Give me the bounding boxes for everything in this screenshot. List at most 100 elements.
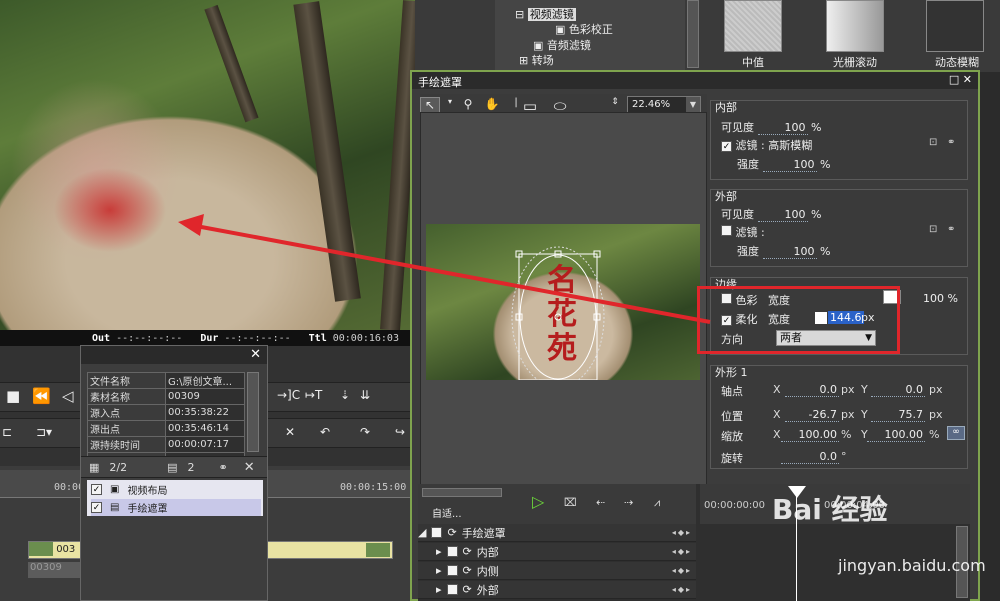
mask-preview-image[interactable]: 名花苑 xyxy=(426,224,700,380)
rotation-value[interactable]: 0.0 xyxy=(781,450,839,464)
track-checkbox[interactable] xyxy=(431,527,443,538)
prev-keyframe-icon[interactable]: ⇠ xyxy=(596,496,605,509)
tree-item-audio-filters[interactable]: ▣ 音频滤镜 xyxy=(533,37,591,53)
audio-clip-label: 00309 xyxy=(30,562,62,573)
keyframe-nav[interactable]: ◂◆▸ xyxy=(672,528,692,537)
effect-thumb-label: 光栅滚动 xyxy=(833,56,877,69)
mark-out-icon[interactable]: ↦T xyxy=(305,388,322,402)
scale-y-value[interactable]: 100.00 xyxy=(867,428,925,442)
hand-tool-icon[interactable]: ✋ xyxy=(482,97,502,113)
property-row[interactable]: 素材名称 00309 xyxy=(87,388,245,405)
keyframe-nav[interactable]: ◂◆▸ xyxy=(672,547,692,556)
filter-settings-icon[interactable]: ⊡ xyxy=(929,224,943,236)
inner-filter-checkbox[interactable]: ✓ xyxy=(721,141,732,152)
expand-icon[interactable]: ⇕ xyxy=(605,97,625,113)
outer-strength-value[interactable]: 100 xyxy=(762,245,817,259)
set-marker-icon[interactable]: ⇣ xyxy=(340,388,350,402)
maximize-icon[interactable]: □ xyxy=(949,73,959,86)
track-row[interactable]: ▸ ⟳ 内部 ◂◆▸ xyxy=(418,543,696,561)
layer-item[interactable]: ✓ ▣ 视频布局 xyxy=(91,481,261,498)
layer-toolbar: ▦ 2/2 ▤ 2 ⚭ ✕ xyxy=(81,456,267,478)
layer-item-selected[interactable]: ✓ ▤ 手绘遮罩 xyxy=(91,499,261,516)
track-checkbox[interactable] xyxy=(446,546,458,557)
track-row[interactable]: ▸ ⟳ 外部 ◂◆▸ xyxy=(418,581,696,599)
effect-thumb[interactable] xyxy=(724,0,782,52)
next-keyframe-icon[interactable]: ⇢ xyxy=(624,496,633,509)
track-row[interactable]: ◢ ⟳ 手绘遮罩 ◂◆▸ xyxy=(418,524,696,542)
property-row[interactable]: 源持续时间 00:00:07:17 xyxy=(87,436,245,453)
rectangle-tool-icon[interactable]: ▭ xyxy=(520,97,540,115)
keyframe-nav[interactable]: ◂◆▸ xyxy=(672,566,692,575)
chevron-down-icon[interactable]: ▼ xyxy=(686,97,700,112)
properties-table: 文件名称 G:\原创文章... 素材名称 00309 源入点 00:35:38:22 源出点… xyxy=(87,372,245,469)
layer-label: 视频布局 xyxy=(127,486,168,497)
mask-ellipse[interactable] xyxy=(426,224,700,380)
track-row[interactable]: ▸ ⟳ 内侧 ◂◆▸ xyxy=(418,562,696,580)
position-y-value[interactable]: 75.7 xyxy=(871,408,925,422)
inner-strength-value[interactable]: 100 xyxy=(762,158,817,172)
step-back-icon[interactable]: ◁ xyxy=(62,387,74,405)
select-dropdown-icon[interactable]: ▾ xyxy=(440,97,460,113)
undo-icon[interactable]: ↶ xyxy=(320,425,330,439)
zoom-select[interactable]: 22.46% ▼ xyxy=(627,96,701,113)
layer-checkbox[interactable]: ✓ xyxy=(91,502,102,513)
effect-thumb[interactable] xyxy=(926,0,984,52)
lock-aspect-icon[interactable]: ∞ xyxy=(947,426,965,440)
property-row[interactable]: 源出点 00:35:46:14 xyxy=(87,420,245,437)
more-icon[interactable]: ↪ xyxy=(395,425,405,439)
position-x-value[interactable]: -26.7 xyxy=(785,408,839,422)
ruler-tick: 00:00:15:00 xyxy=(340,482,407,493)
select-tool-icon[interactable]: ↖ xyxy=(420,97,440,113)
out-timecode: --:--:--:-- xyxy=(116,332,183,344)
outer-filter-row: 滤镜 : xyxy=(721,224,765,240)
loop-icon: ⟳ xyxy=(462,545,472,558)
scale-x-value[interactable]: 100.00 xyxy=(781,428,839,442)
edge-width-value[interactable]: 100 xyxy=(923,292,944,305)
property-key: 源持续时间 xyxy=(87,436,166,453)
filter-settings-icon[interactable]: ⊡ xyxy=(929,137,943,149)
layer-stack-icon[interactable]: ▤ xyxy=(167,461,177,474)
properties-scrollbar[interactable] xyxy=(247,372,259,452)
dur-label: Dur xyxy=(200,332,219,344)
razor-icon[interactable]: ✕ xyxy=(285,425,295,439)
rewind-icon[interactable]: ⏪ xyxy=(32,387,51,405)
outer-visibility-value[interactable]: 100 xyxy=(757,208,808,222)
pivot-x-value[interactable]: 0.0 xyxy=(785,383,839,397)
ellipse-tool-icon[interactable]: ⬭ xyxy=(550,97,570,115)
track-checkbox[interactable] xyxy=(446,565,458,576)
tree-item-color-correction[interactable]: ▣ 色彩校正 xyxy=(555,21,613,37)
add-keyframe-icon[interactable]: ⌧ xyxy=(564,496,577,509)
tree-item-video-filters[interactable]: ⊟ 视频滤镜 xyxy=(515,6,576,22)
import-icon[interactable]: ⊐▾ xyxy=(36,425,52,439)
layer-checkbox[interactable]: ✓ xyxy=(91,484,102,495)
link-icon[interactable]: ⚭ xyxy=(219,461,228,474)
tree-item-transitions[interactable]: ⊞ 转场 xyxy=(519,52,554,68)
close-icon[interactable]: ✕ xyxy=(963,73,972,86)
clip-properties-panel: ✕ 文件名称 G:\原创文章... 素材名称 00309 源入点 00:35:38:22 源… xyxy=(80,345,268,601)
timeline-mode[interactable]: 自适... xyxy=(432,505,462,520)
baidu-watermark-logo: Bai 经验 xyxy=(772,493,888,526)
tree-scrollbar[interactable] xyxy=(687,0,699,68)
property-row[interactable]: 源入点 00:35:38:22 xyxy=(87,404,245,421)
zoom-tool-icon[interactable]: ⚲ xyxy=(458,97,478,113)
inner-strength-row: 强度 100 % xyxy=(737,158,831,172)
inner-visibility-value[interactable]: 100 xyxy=(757,121,808,135)
graph-icon[interactable]: ⩘ xyxy=(654,496,660,510)
add-clip-icon[interactable]: ⊏ xyxy=(2,425,12,439)
pivot-y-value[interactable]: 0.0 xyxy=(871,383,925,397)
property-row[interactable]: 文件名称 G:\原创文章... xyxy=(87,372,245,389)
stop-icon[interactable]: ■ xyxy=(6,387,20,405)
redo-icon[interactable]: ↷ xyxy=(360,425,370,439)
link-icon[interactable]: ⚭ xyxy=(947,137,961,149)
timeline-zoom-slider[interactable] xyxy=(422,488,502,497)
mark-in-icon[interactable]: →]C xyxy=(277,388,300,402)
delete-layer-icon[interactable]: ✕ xyxy=(244,460,255,475)
outer-filter-checkbox[interactable] xyxy=(721,225,732,236)
close-icon[interactable]: ✕ xyxy=(250,347,261,362)
play-icon[interactable]: ▷ xyxy=(532,492,544,511)
overwrite-icon[interactable]: ⇊ xyxy=(360,388,370,402)
effect-thumb[interactable] xyxy=(826,0,884,52)
keyframe-nav[interactable]: ◂◆▸ xyxy=(672,585,692,594)
track-checkbox[interactable] xyxy=(446,584,458,595)
link-icon[interactable]: ⚭ xyxy=(947,224,961,236)
